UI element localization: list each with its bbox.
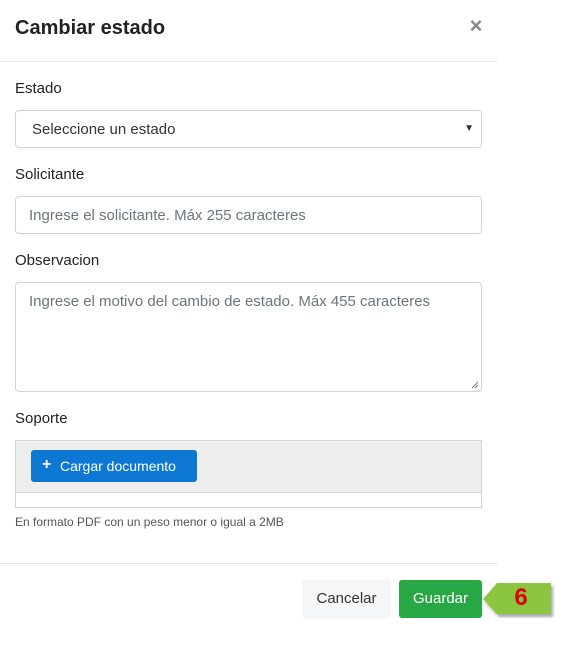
estado-label: Estado (15, 80, 62, 97)
modal-title: Cambiar estado (15, 17, 166, 39)
step-number: 6 (514, 584, 528, 611)
observacion-textarea[interactable]: Ingrese el motivo del cambio de estado. … (15, 282, 482, 392)
observacion-label: Observacion (15, 252, 100, 269)
chevron-down-icon: ▼ (464, 123, 474, 134)
soporte-label: Soporte (15, 410, 68, 427)
change-status-modal: Cambiar estado × Estado Seleccione un es… (0, 0, 498, 647)
solicitante-input[interactable]: Ingrese el solicitante. Máx 255 caracter… (15, 196, 482, 234)
upload-document-label: Cargar documento (60, 458, 176, 474)
modal-header: Cambiar estado × (0, 0, 498, 62)
solicitante-placeholder: Ingrese el solicitante. Máx 255 caracter… (29, 207, 306, 224)
cancel-button[interactable]: Cancelar (302, 580, 391, 618)
footer-divider (0, 563, 498, 564)
save-button[interactable]: Guardar (399, 580, 482, 618)
observacion-placeholder: Ingrese el motivo del cambio de estado. … (29, 293, 431, 310)
upload-toolbar: + Cargar documento (16, 441, 481, 493)
resize-handle-icon[interactable] (471, 381, 479, 389)
upload-container: + Cargar documento (15, 440, 482, 508)
estado-select[interactable]: Seleccione un estado ▼ (15, 110, 482, 148)
close-icon[interactable]: × (466, 14, 486, 38)
solicitante-label: Solicitante (15, 166, 85, 183)
estado-selected-value: Seleccione un estado (32, 121, 176, 138)
plus-icon: + (42, 456, 52, 473)
upload-help-text: En formato PDF con un peso menor o igual… (15, 515, 284, 529)
upload-document-button[interactable]: + Cargar documento (31, 450, 197, 482)
